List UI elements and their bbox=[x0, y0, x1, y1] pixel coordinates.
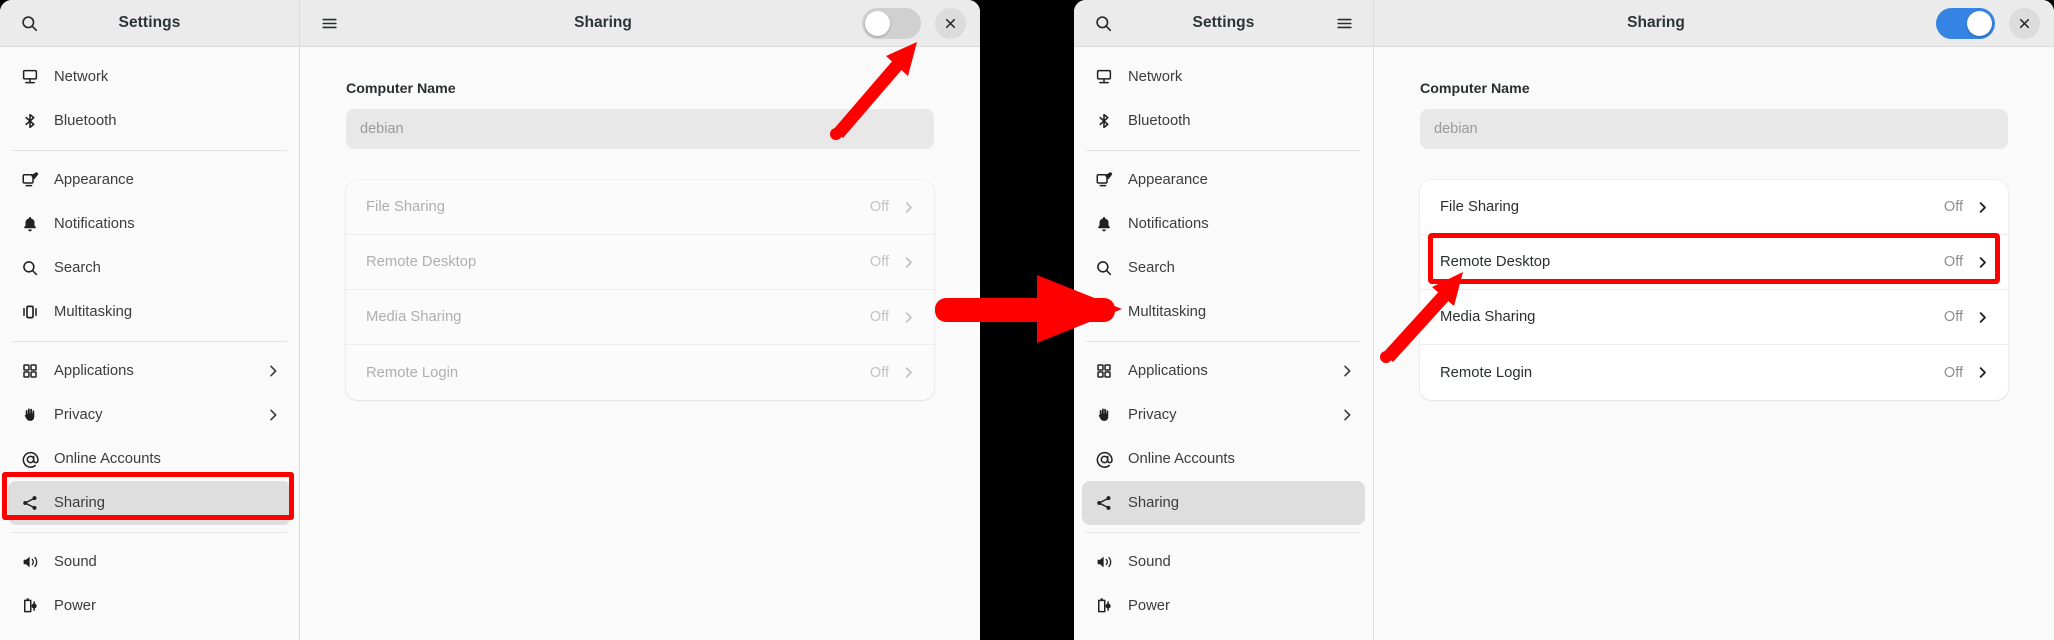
arrow-to-remote-desktop bbox=[1380, 272, 1463, 363]
screenshot-stage: Settings Network Bluetooth Appearance No… bbox=[0, 0, 2054, 640]
